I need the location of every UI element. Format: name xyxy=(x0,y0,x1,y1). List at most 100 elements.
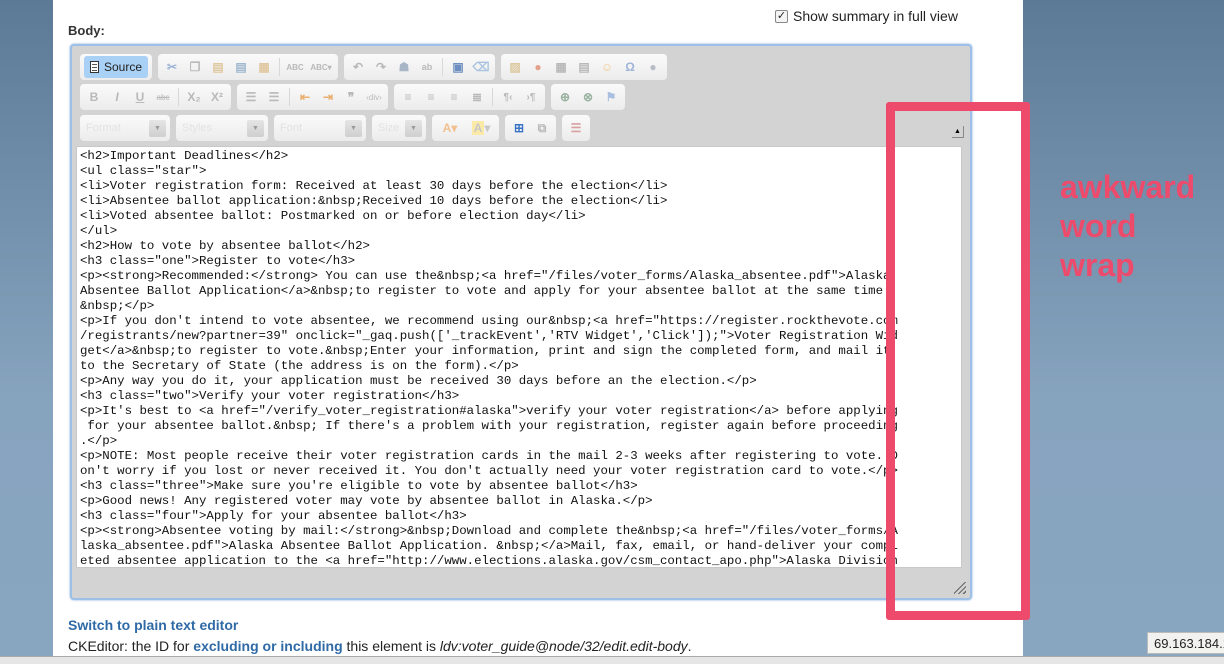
superscript-button[interactable]: X² xyxy=(207,87,227,107)
source-line: <p>NOTE: Most people receive their voter… xyxy=(80,449,898,463)
styles-combo[interactable]: Styles ▼ xyxy=(176,115,268,141)
spellcheck-as-you-type-icon[interactable]: ABC▾ xyxy=(308,57,334,77)
horizontal-rule-icon[interactable]: ▤ xyxy=(574,57,594,77)
switch-to-plain-text-link[interactable]: Switch to plain text editor xyxy=(68,617,238,633)
chevron-down-icon[interactable]: ▼ xyxy=(405,119,422,137)
toolbar-group-insert: ▨ ● ▦ ▤ ☺ Ω ● xyxy=(501,54,668,80)
paste-word-icon[interactable]: ▦ xyxy=(254,57,274,77)
font-combo-placeholder: Font xyxy=(280,122,303,134)
source-line: <li>Voted absentee ballot: Postmarked on… xyxy=(80,209,586,223)
chevron-down-icon[interactable]: ▼ xyxy=(345,119,362,137)
source-button[interactable]: Source xyxy=(84,56,149,78)
flash-icon[interactable]: ● xyxy=(528,57,548,77)
maximize-icon[interactable]: ⊞ xyxy=(509,118,529,138)
toolbar-separator xyxy=(279,58,281,76)
background-color-icon[interactable]: A ▾ xyxy=(467,118,495,138)
toolbar-row-3: Format ▼ Styles ▼ Font ▼ Size ▼ A▾ A ▾ ⊞ … xyxy=(80,115,590,141)
text-color-icon[interactable]: A▾ xyxy=(436,118,464,138)
ip-address-tooltip: 69.163.184.1 xyxy=(1147,632,1224,654)
table-icon[interactable]: ▦ xyxy=(551,57,571,77)
source-line: <ul class="star"> xyxy=(80,164,207,178)
numbered-list-icon[interactable]: ☰ xyxy=(241,87,261,107)
source-line: <p>It's best to <a href="/verify_voter_r… xyxy=(80,404,898,418)
chevron-down-icon[interactable]: ▼ xyxy=(149,119,166,137)
source-line: </ul> xyxy=(80,224,118,238)
ckeditor-id-note: CKEditor: the ID for excluding or includ… xyxy=(68,638,692,654)
source-line: /registrants/new?partner=39" onclick="_g… xyxy=(80,329,898,343)
source-line: on't worry if you lost or never received… xyxy=(80,464,898,478)
format-combo[interactable]: Format ▼ xyxy=(80,115,170,141)
toolbar-row-2: B I U abc X₂ X² ☰ ☰ ⇤ ⇥ ❞ ‹div› ≡ ≡ ≡ ≣ … xyxy=(80,84,625,110)
size-combo-placeholder: Size xyxy=(378,122,400,134)
source-line: eted absentee application to the <a href… xyxy=(80,554,898,568)
strikethrough-button[interactable]: abc xyxy=(153,87,173,107)
ltr-icon[interactable]: ¶‹ xyxy=(498,87,518,107)
node-edit-page: ✓ Show summary in full view Body: Source… xyxy=(53,0,1023,664)
source-line: <h3 class="one">Register to vote</h3> xyxy=(80,254,356,268)
image-icon[interactable]: ▨ xyxy=(505,57,525,77)
replace-icon[interactable]: ab xyxy=(417,57,437,77)
cut-icon[interactable]: ✂ xyxy=(162,57,182,77)
toolbar-row-1: Source ✂ ❐ ▤ ▤ ▦ ABC ABC▾ ↶ ↷ ☗ ab ▣ ⌫ ▨… xyxy=(80,54,668,80)
source-line: <h3 class="three">Make sure you're eligi… xyxy=(80,479,638,493)
div-icon[interactable]: ‹div› xyxy=(364,87,384,107)
show-summary-checkbox[interactable]: ✓ xyxy=(775,9,788,23)
show-blocks-icon[interactable]: ⧉ xyxy=(532,118,552,138)
paste-icon[interactable]: ▤ xyxy=(208,57,228,77)
size-combo[interactable]: Size ▼ xyxy=(372,115,426,141)
source-document-icon xyxy=(90,61,99,73)
blockquote-icon[interactable]: ❞ xyxy=(341,87,361,107)
annotation-line: awkward xyxy=(1060,169,1196,205)
iframe-icon[interactable]: ● xyxy=(643,57,663,77)
special-char-icon[interactable]: Ω xyxy=(620,57,640,77)
align-right-icon[interactable]: ≡ xyxy=(444,87,464,107)
anchor-icon[interactable]: ⚑ xyxy=(601,87,621,107)
toolbar-separator xyxy=(442,58,444,76)
ck-note-prefix: CKEditor: the ID for xyxy=(68,638,194,654)
excluding-including-link[interactable]: excluding or including xyxy=(193,638,342,654)
toolbar-group-source: Source xyxy=(80,54,153,80)
link-icon[interactable]: ⊕ xyxy=(555,87,575,107)
undo-icon[interactable]: ↶ xyxy=(348,57,368,77)
browser-bottom-bar xyxy=(0,656,1224,664)
source-line: get</a>&nbsp;to register to vote.&nbsp;E… xyxy=(80,344,891,358)
toolbar-group-clipboard: ✂ ❐ ▤ ▤ ▦ ABC ABC▾ xyxy=(158,54,339,80)
source-line: <p><strong>Recommended:</strong> You can… xyxy=(80,269,891,283)
spellcheck-icon[interactable]: ABC xyxy=(285,57,305,77)
paste-text-icon[interactable]: ▤ xyxy=(231,57,251,77)
indent-icon[interactable]: ⇥ xyxy=(318,87,338,107)
source-line: <p>If you don't intend to vote absentee,… xyxy=(80,314,898,328)
copy-icon[interactable]: ❐ xyxy=(185,57,205,77)
italic-button[interactable]: I xyxy=(107,87,127,107)
smiley-icon[interactable]: ☺ xyxy=(597,57,617,77)
remove-format-icon[interactable]: ⌫ xyxy=(471,57,491,77)
rtl-icon[interactable]: ›¶ xyxy=(521,87,541,107)
source-line: <p>Any way you do it, your application m… xyxy=(80,374,757,388)
ck-note-middle: this element is xyxy=(342,638,440,654)
ck-element-id: ldv:voter_guide@node/32/edit.edit-body xyxy=(439,638,688,654)
toolbar-group-pagebreak: ☰ xyxy=(562,115,590,141)
source-line: <h3 class="four">Apply for your absentee… xyxy=(80,509,467,523)
bulleted-list-icon[interactable]: ☰ xyxy=(264,87,284,107)
font-combo[interactable]: Font ▼ xyxy=(274,115,366,141)
page-break-icon[interactable]: ☰ xyxy=(566,118,586,138)
select-all-icon[interactable]: ▣ xyxy=(448,57,468,77)
source-line: &nbsp;</p> xyxy=(80,299,155,313)
redo-icon[interactable]: ↷ xyxy=(371,57,391,77)
show-summary-toggle[interactable]: ✓ Show summary in full view xyxy=(775,8,958,24)
toolbar-group-tools: ⊞ ⧉ xyxy=(505,115,556,141)
source-textarea[interactable]: <h2>Important Deadlines</h2> <ul class="s… xyxy=(76,146,962,568)
align-left-icon[interactable]: ≡ xyxy=(398,87,418,107)
bold-button[interactable]: B xyxy=(84,87,104,107)
justify-icon[interactable]: ≣ xyxy=(467,87,487,107)
outdent-icon[interactable]: ⇤ xyxy=(295,87,315,107)
find-icon[interactable]: ☗ xyxy=(394,57,414,77)
subscript-button[interactable]: X₂ xyxy=(184,87,204,107)
toolbar-group-list: ☰ ☰ ⇤ ⇥ ❞ ‹div› xyxy=(237,84,388,110)
underline-button[interactable]: U xyxy=(130,87,150,107)
annotation-line: word xyxy=(1060,208,1137,244)
chevron-down-icon[interactable]: ▼ xyxy=(247,119,264,137)
align-center-icon[interactable]: ≡ xyxy=(421,87,441,107)
unlink-icon[interactable]: ⊗ xyxy=(578,87,598,107)
toolbar-group-basic: B I U abc X₂ X² xyxy=(80,84,231,110)
